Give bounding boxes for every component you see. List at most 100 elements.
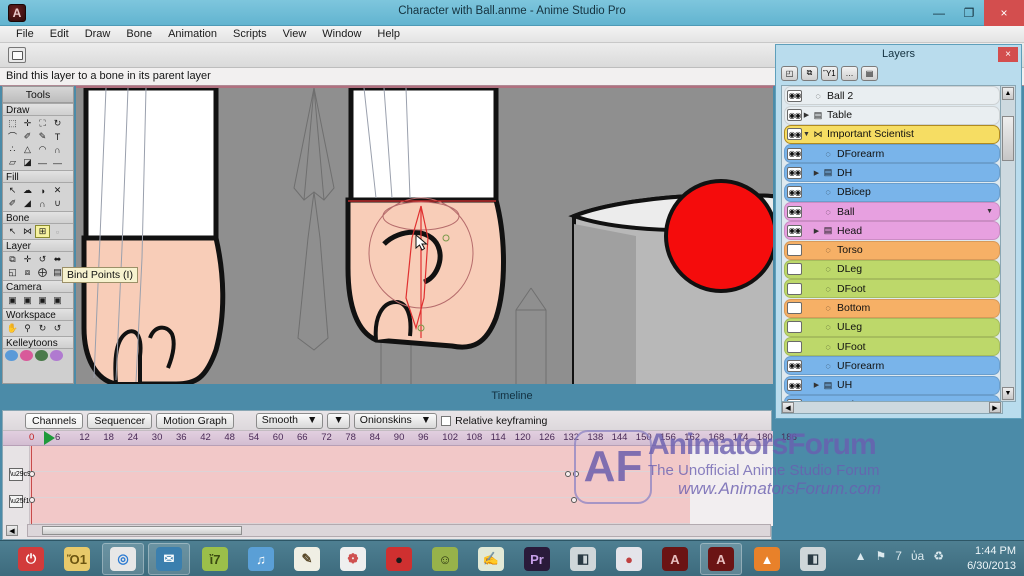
layer-visibility-icon[interactable]: ◉◉ [787,206,802,218]
expand-arrow-icon[interactable]: ▶ [812,381,821,389]
timeline-ruler[interactable]: 0 6 12 18 24 30 36 42 48 54 60 66 72 78 84 90 96 102 108 1… [3,431,773,446]
kelleytoons-tool-0[interactable] [5,350,18,361]
taskbar-sketch[interactable]: ✍ [470,543,512,575]
select-shape-button[interactable]: ↖ [5,184,20,197]
follow-path-button[interactable]: ⧈ [20,266,35,279]
layer-row[interactable]: ◌ UFoot [784,337,1000,356]
expand-arrow-icon[interactable]: ▼ [802,131,811,138]
zoom-workspace-button[interactable]: ⚲ [20,322,35,335]
reset-workspace-button[interactable]: ↺ [50,322,65,335]
pan-workspace-button[interactable]: ✋ [5,322,20,335]
paint-bucket-button[interactable]: ◑ [35,184,50,197]
taskbar-chrome[interactable]: ◎ [102,543,144,575]
create-shape-button[interactable]: ☁ [20,184,35,197]
menu-item-edit[interactable]: Edit [42,26,77,43]
freehand-button[interactable]: ✎ [35,130,50,143]
taskbar-ladybug[interactable]: ● [378,543,420,575]
clock[interactable]: 1:44 PM 6/30/2013 [967,544,1016,574]
timeline-horizontal-scrollbar[interactable]: ◀ [27,524,771,537]
layer-visibility-icon[interactable]: ◉◉ [787,225,802,237]
layer-row[interactable]: ◌ Bottom [784,299,1000,318]
layer-shear-channel-icon[interactable]: \u25f1 [9,495,23,508]
layer-row[interactable]: ◌ ULeg [784,318,1000,337]
taskbar-anime-studio-1[interactable]: A [654,543,696,575]
layer-menu-icon[interactable]: ▼ [986,208,993,215]
taskbar-anime-studio-2[interactable]: A [700,543,742,575]
layer-row[interactable]: ◉◉ ◌ UForearm [784,356,1000,375]
eyedropper-button[interactable]: ✐ [5,197,20,210]
menu-item-scripts[interactable]: Scripts [225,26,275,43]
taskbar-disc[interactable]: ● [608,543,650,575]
layer-visibility-icon[interactable] [787,283,802,295]
transform-points-button[interactable]: ✛ [20,117,35,130]
layer-row[interactable]: ◉◉ ◌ Ball ▼ [784,202,1000,221]
noise-button[interactable]: ∴ [5,143,20,156]
track-camera-button[interactable]: ▣ [5,294,20,307]
layer-visibility-icon[interactable] [787,341,802,353]
new-layer-button[interactable]: ◰ [781,66,798,81]
layer-visibility-icon[interactable] [787,244,802,256]
shear-button[interactable]: ◪ [20,156,35,169]
camera-icon[interactable] [8,47,26,63]
perspective-button[interactable]: ▱ [5,156,20,169]
kelleytoons-tool-1[interactable] [20,350,33,361]
layers-scroll-up-button[interactable]: ▲ [1002,87,1014,100]
curvature-button[interactable]: ⌒ [5,130,20,143]
select-layer-button[interactable]: ⧉ [5,253,20,266]
blend-button[interactable]: ∪ [50,197,65,210]
layer-visibility-icon[interactable]: ◉◉ [787,109,802,121]
layers-vertical-scrollbar[interactable]: ▲ ▼ [1000,85,1016,402]
layers-scroll-right-button[interactable]: ▶ [989,402,1001,413]
keyframe-marker[interactable] [29,497,35,503]
line-width-button[interactable]: ◢ [20,197,35,210]
scale-layer-button[interactable]: ⬌ [50,253,65,266]
shear-layer-button[interactable]: ◱ [5,266,20,279]
layer-visibility-icon[interactable] [787,302,802,314]
bone-extra-button[interactable]: ▫ [50,225,65,238]
layer-row[interactable]: ◌ DFoot [784,279,1000,298]
layer-translation-channel-icon[interactable]: \u29c9 [9,468,23,481]
roll-camera-button[interactable]: ▣ [35,294,50,307]
expand-arrow-icon[interactable]: ▶ [812,227,821,235]
arc-tool-button[interactable]: ◠ [35,143,50,156]
layer-properties-button[interactable]: ▤ [861,66,878,81]
layer-visibility-icon[interactable]: ◉◉ [787,167,802,179]
taskbar-gimp[interactable]: ☺ [424,543,466,575]
layer-row[interactable]: ◉◉ ▶ ▤ Table [784,106,1000,125]
maximize-button[interactable]: ❐ [954,0,984,26]
layer-visibility-icon[interactable] [787,263,802,275]
track-row[interactable] [30,498,690,524]
extra-draw-button[interactable]: ― [50,156,65,169]
layer-visibility-icon[interactable]: ◉◉ [787,148,802,160]
layer-row[interactable]: ◉◉ ▶ ▤ Head [784,221,1000,240]
taskbar-vlc[interactable]: ▲ [746,543,788,575]
add-point-button[interactable]: ✐ [20,130,35,143]
zoom-camera-button[interactable]: ▣ [20,294,35,307]
keyframe-marker[interactable] [29,471,35,477]
bind-points-button[interactable]: ⊞ [35,225,50,238]
taskbar-thunderbird[interactable]: ✉ [148,543,190,575]
layer-visibility-icon[interactable]: ◉◉ [787,186,802,198]
tray-network-icon[interactable]: ὚7 [895,549,902,563]
translate-layer-button[interactable]: ✛ [20,253,35,266]
kelleytoons-tool-2[interactable] [35,350,48,361]
delete-layer-button[interactable]: Ὕ1 [821,66,838,81]
bend-button[interactable]: ― [35,156,50,169]
menu-item-bone[interactable]: Bone [118,26,160,43]
menu-item-window[interactable]: Window [314,26,369,43]
layer-visibility-icon[interactable]: ◉◉ [787,360,802,372]
layers-scroll-left-button[interactable]: ◀ [782,402,794,413]
layers-horizontal-scrollbar[interactable]: ◀ ▶ [781,401,1003,414]
onionskins-dropdown[interactable]: Onionskins ▼ [354,413,437,429]
rotate-workspace-button[interactable]: ↻ [35,322,50,335]
magnet-button[interactable]: ∩ [50,143,65,156]
layer-visibility-icon[interactable]: ◉◉ [787,90,802,102]
rotate-points-button[interactable]: ↻ [50,117,65,130]
tab-sequencer[interactable]: Sequencer [87,413,152,429]
taskbar-premiere[interactable]: Pr [516,543,558,575]
layer-row[interactable]: ◉◉ ◌ DBicep [784,183,1000,202]
layer-row[interactable]: ◉◉ ◌ Ball 2 [784,86,1000,105]
menu-item-help[interactable]: Help [369,26,408,43]
taskbar-picasa[interactable]: ❁ [332,543,374,575]
taskbar-itunes[interactable]: ♫ [240,543,282,575]
